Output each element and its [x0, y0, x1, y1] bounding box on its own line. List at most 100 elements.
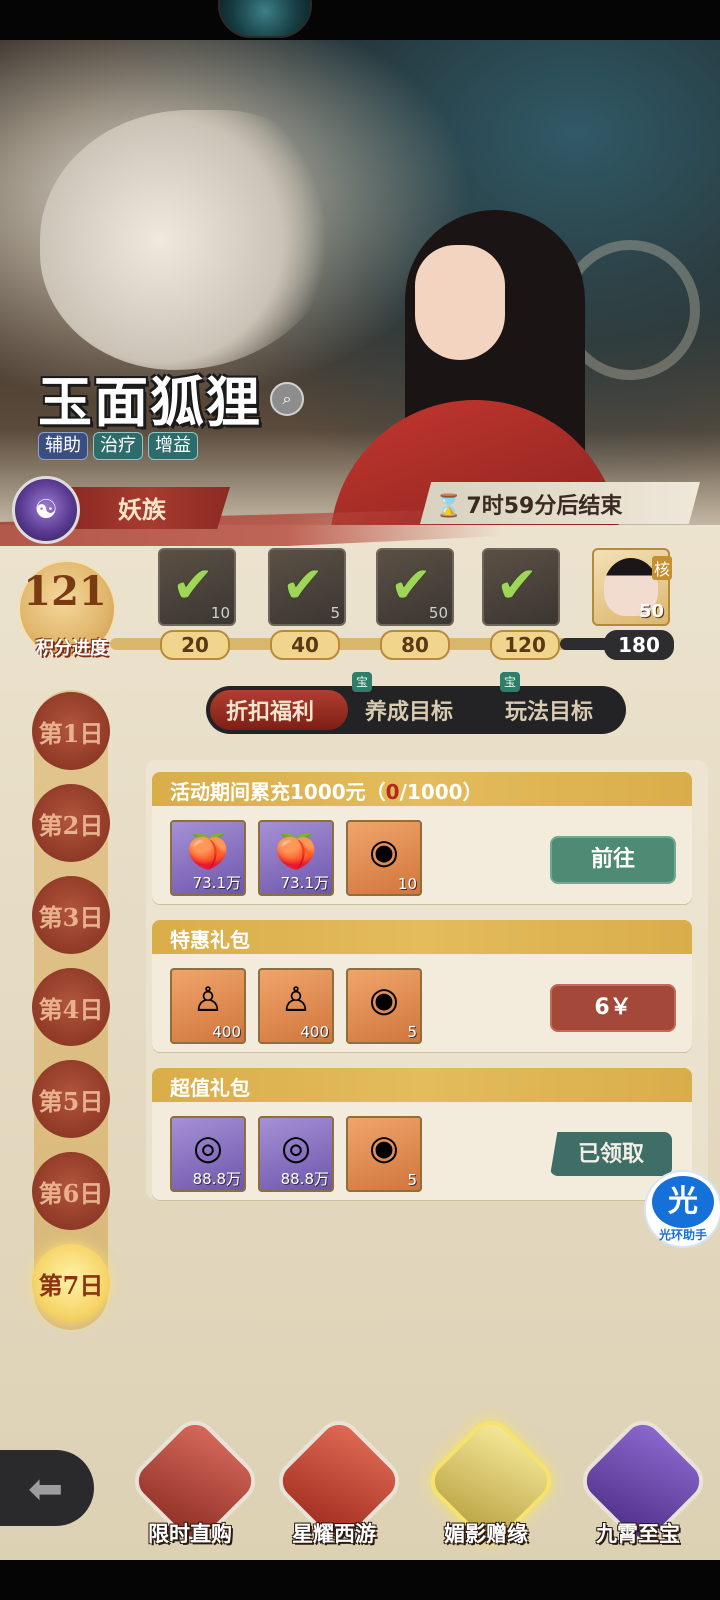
yin-yang-faction-icon: ☯ — [12, 476, 80, 544]
top-avatar-icon[interactable] — [218, 0, 312, 38]
nav-limited-purchase[interactable]: 限时直购 — [125, 1411, 265, 1551]
reward-count: 50 — [638, 601, 664, 622]
day-3-button[interactable]: 第3日 — [32, 876, 110, 954]
milestone-reward-1[interactable]: ✔ 10 — [158, 548, 236, 626]
milestone-reward-3[interactable]: ✔ 50 — [376, 548, 454, 626]
guardian-statue-icon: ♙ — [280, 980, 312, 1020]
orb-icon: ◉ — [369, 1128, 399, 1168]
nav-label: 九霄至宝 — [596, 1521, 680, 1546]
milestone-reward-5[interactable]: 核 50 — [592, 548, 672, 626]
task-value-pack: 超值礼包 ◎ 88.8万 ◎ 88.8万 ◉ 5 已领取 — [152, 1068, 692, 1200]
orb-icon: ◉ — [369, 832, 399, 872]
tab-growth-goals[interactable]: 养成目标 — [365, 694, 453, 726]
faction-label: 妖族 — [118, 495, 166, 524]
peach-item[interactable]: 🍑 73.1万 — [258, 820, 334, 896]
item-count: 88.8万 — [192, 1170, 241, 1188]
score-value: 121 — [23, 568, 107, 615]
milestone-reward-4[interactable]: ✔ — [482, 548, 560, 626]
tag-buff: 增益 — [148, 432, 198, 460]
item-count: 73.1万 — [192, 874, 241, 892]
guardian-statue-icon: ♙ — [192, 980, 224, 1020]
assistant-floating-button[interactable]: 光 光环助手 — [644, 1170, 720, 1248]
guardian-item[interactable]: ♙ 400 — [258, 968, 334, 1044]
coin-icon: ◎ — [281, 1128, 311, 1168]
search-icon[interactable]: ⌕ — [270, 382, 304, 416]
day-4-button[interactable]: 第4日 — [32, 968, 110, 1046]
day-label: 第6日 — [38, 1179, 104, 1208]
coin-item[interactable]: ◎ 88.8万 — [258, 1116, 334, 1192]
treasure-badge-icon: 宝 — [500, 672, 520, 692]
score-label: 积分进度 — [36, 638, 108, 659]
day-label: 第7日 — [38, 1271, 104, 1300]
milestone-80: 80 — [380, 630, 450, 660]
task-title: 特惠礼包 — [170, 928, 250, 952]
milestone-40: 40 — [270, 630, 340, 660]
bottom-bar — [0, 1560, 720, 1600]
peach-item[interactable]: 🍑 73.1万 — [170, 820, 246, 896]
tab-discount-welfare[interactable]: 折扣福利 — [226, 694, 314, 726]
buy-button[interactable]: 6￥ — [550, 984, 676, 1032]
peach-icon: 🍑 — [274, 832, 318, 872]
task-progress-total: /1000） — [399, 780, 483, 804]
day-1-button[interactable]: 第1日 — [32, 692, 110, 770]
day-label: 第3日 — [38, 903, 104, 932]
check-icon: ✔ — [390, 556, 432, 614]
item-count: 5 — [407, 1023, 417, 1041]
task-progress-current: 0 — [385, 780, 400, 804]
character-name: 玉面狐狸 — [38, 370, 262, 434]
character-face — [415, 245, 505, 360]
fox-spirit-illustration — [40, 110, 340, 370]
nav-star-journey[interactable]: 星耀西游 — [269, 1411, 409, 1551]
tag-support: 辅助 — [38, 432, 88, 460]
top-bar — [0, 0, 720, 40]
go-button[interactable]: 前往 — [550, 836, 676, 884]
task-special-pack: 特惠礼包 ♙ 400 ♙ 400 ◉ 5 6￥ — [152, 920, 692, 1052]
item-count: 88.8万 — [280, 1170, 329, 1188]
day-label: 第4日 — [38, 995, 104, 1024]
coin-item[interactable]: ◎ 88.8万 — [170, 1116, 246, 1192]
item-count: 400 — [212, 1023, 241, 1041]
milestone-20: 20 — [160, 630, 230, 660]
task-title-prefix: 活动期间累充1000元（ — [170, 780, 386, 804]
task-title: 超值礼包 — [170, 1076, 250, 1100]
check-icon: ✔ — [172, 556, 214, 614]
treasure-badge-icon: 宝 — [352, 672, 372, 692]
milestone-180: 180 — [604, 630, 674, 660]
end-time-text: ⌛ 7时59分后结束 — [435, 488, 622, 520]
item-count: 73.1万 — [280, 874, 329, 892]
day-6-button[interactable]: 第6日 — [32, 1152, 110, 1230]
reward-count: 50 — [428, 604, 448, 622]
check-icon: ✔ — [282, 556, 324, 614]
nav-label: 限时直购 — [148, 1521, 232, 1546]
task-recharge: 活动期间累充1000元（0/1000） 🍑 73.1万 🍑 73.1万 ◉ 10 前往 — [152, 772, 692, 904]
end-time-value: 7时59分后结束 — [466, 494, 623, 519]
nav-label: 媚影赠缘 — [444, 1521, 528, 1546]
reward-count: 10 — [210, 604, 230, 622]
day-7-button[interactable]: 第7日 — [32, 1244, 110, 1322]
day-label: 第1日 — [38, 719, 104, 748]
day-label: 第2日 — [38, 811, 104, 840]
day-5-button[interactable]: 第5日 — [32, 1060, 110, 1138]
check-icon: ✔ — [496, 556, 538, 614]
reward-count: 5 — [330, 604, 340, 622]
peach-icon: 🍑 — [186, 832, 230, 872]
item-count: 400 — [300, 1023, 329, 1041]
tag-heal: 治疗 — [93, 432, 143, 460]
assistant-label: 光环助手 — [658, 1228, 707, 1242]
orb-item[interactable]: ◉ 10 — [346, 820, 422, 896]
milestone-reward-2[interactable]: ✔ 5 — [268, 548, 346, 626]
orb-item[interactable]: ◉ 5 — [346, 1116, 422, 1192]
task-title: 活动期间累充1000元（0/1000） — [170, 776, 483, 805]
orb-item[interactable]: ◉ 5 — [346, 968, 422, 1044]
guardian-item[interactable]: ♙ 400 — [170, 968, 246, 1044]
role-tags: 辅助 治疗 增益 — [38, 432, 198, 460]
hourglass-icon: ⌛ — [435, 494, 463, 519]
tab-gameplay-goals[interactable]: 玩法目标 — [505, 694, 593, 726]
back-arrow-icon: ⬅ — [28, 1464, 64, 1513]
nav-nine-heavens-treasure[interactable]: 九霄至宝 — [573, 1411, 713, 1551]
day-label: 第5日 — [38, 1087, 104, 1116]
activity-screen: 玉面狐狸 ⌕ 辅助 治疗 增益 ☯ 妖族 ⌛ 7时59分后结束 121 积分进度 … — [0, 0, 720, 1600]
orb-icon: ◉ — [369, 980, 399, 1020]
day-2-button[interactable]: 第2日 — [32, 784, 110, 862]
nav-charm-fate[interactable]: 媚影赠缘 — [421, 1411, 561, 1551]
